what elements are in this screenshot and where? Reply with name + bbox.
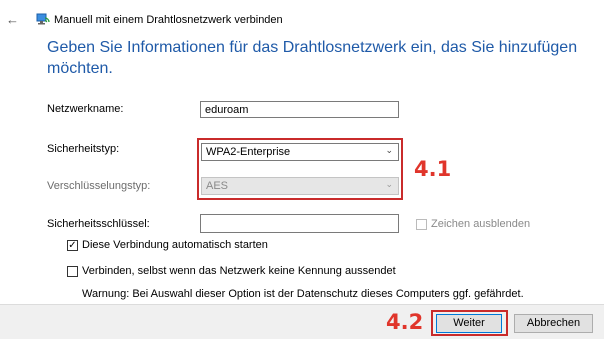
connect-hidden-checkbox[interactable]	[67, 266, 78, 277]
network-name-input[interactable]: eduroam	[200, 101, 399, 118]
encryption-type-value: AES	[206, 180, 229, 192]
security-type-dropdown[interactable]: WPA2-Enterprise ⌄	[201, 143, 399, 161]
connect-hidden-label: Verbinden, selbst wenn das Netzwerk kein…	[82, 265, 396, 277]
cancel-button[interactable]: Abbrechen	[514, 314, 593, 333]
security-type-label: Sicherheitstyp:	[47, 143, 120, 155]
annotation-label-4-1: 4.1	[414, 157, 452, 181]
encryption-type-label: Verschlüsselungstyp:	[47, 180, 151, 192]
next-button[interactable]: Weiter	[436, 314, 502, 333]
network-name-label: Netzwerkname:	[47, 103, 124, 115]
security-key-input[interactable]	[200, 214, 399, 233]
auto-start-checkbox[interactable]: ✓	[67, 240, 78, 251]
hide-chars-checkbox	[416, 219, 427, 230]
chevron-down-icon: ⌄	[385, 145, 393, 155]
security-key-label: Sicherheitsschlüssel:	[47, 218, 150, 230]
page-heading: Geben Sie Informationen für das Drahtlos…	[47, 39, 578, 77]
back-arrow-icon[interactable]: ←	[6, 13, 19, 26]
privacy-warning: Warnung: Bei Auswahl dieser Option ist d…	[82, 288, 524, 300]
encryption-type-dropdown: AES ⌄	[201, 177, 399, 195]
annotation-label-4-2: 4.2	[386, 310, 424, 334]
hide-chars-label: Zeichen ausblenden	[431, 218, 531, 230]
auto-start-label: Diese Verbindung automatisch starten	[82, 239, 268, 251]
window-title: Manuell mit einem Drahtlosnetzwerk verbi…	[54, 14, 283, 26]
chevron-down-icon: ⌄	[385, 179, 393, 189]
security-type-value: WPA2-Enterprise	[206, 146, 291, 158]
network-icon	[36, 13, 50, 25]
